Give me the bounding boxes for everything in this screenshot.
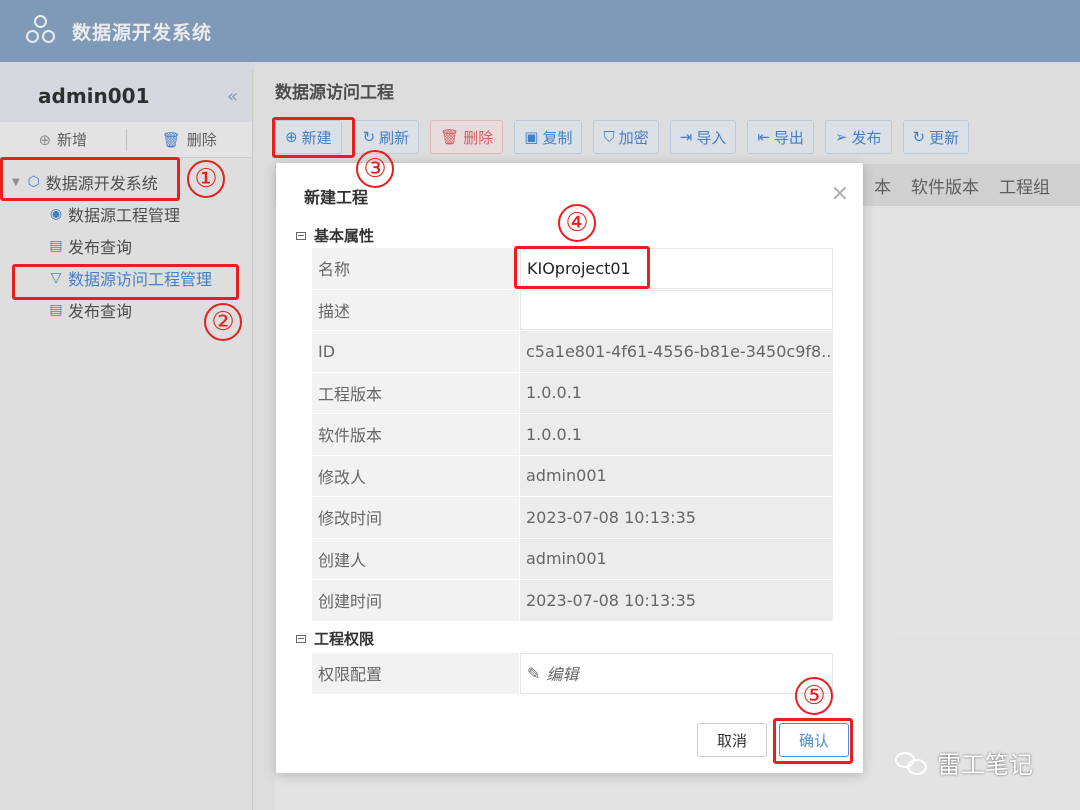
collapse-icon[interactable]	[296, 634, 306, 643]
prop-row: 权限配置 ✎ 编辑	[312, 653, 833, 695]
prop-value: 2023-07-08 10:13:35	[520, 497, 833, 538]
cancel-button[interactable]: 取消	[697, 723, 767, 757]
prop-value: c5a1e801-4f61-4556-b81e-3450c9f8...	[520, 331, 833, 372]
prop-key: 修改人	[312, 455, 520, 496]
prop-row: 描述	[312, 289, 833, 331]
highlight-box	[12, 264, 239, 300]
prop-key: 创建时间	[312, 580, 520, 621]
prop-value: admin001	[520, 455, 833, 496]
step-number: ②	[204, 303, 242, 341]
prop-key: 权限配置	[312, 653, 520, 694]
watermark-text: 雷工笔记	[937, 751, 1033, 779]
edit-permission-link[interactable]: ✎ 编辑	[520, 653, 833, 694]
prop-row: 修改时间 2023-07-08 10:13:35	[312, 497, 833, 539]
prop-key: 软件版本	[312, 414, 520, 455]
step-number: ④	[558, 204, 596, 242]
section-label: 基本属性	[314, 227, 375, 245]
collapse-icon[interactable]	[296, 231, 306, 240]
prop-key: 描述	[312, 289, 520, 330]
prop-key: ID	[312, 331, 520, 372]
prop-key: 修改时间	[312, 497, 520, 538]
prop-value: 2023-07-08 10:13:35	[520, 580, 833, 621]
dialog-title: 新建工程	[304, 188, 369, 207]
step-number: ⑤	[795, 677, 833, 715]
highlight-box	[514, 246, 650, 289]
edit-label: 编辑	[546, 665, 579, 685]
highlight-box	[773, 718, 853, 764]
prop-row: 创建时间 2023-07-08 10:13:35	[312, 580, 833, 622]
prop-row: 软件版本 1.0.0.1	[312, 414, 833, 456]
step-number: ①	[187, 160, 225, 198]
prop-key: 创建人	[312, 538, 520, 579]
watermark: 雷工笔记	[895, 745, 1033, 780]
prop-key: 名称	[312, 248, 520, 289]
prop-value: 1.0.0.1	[520, 414, 833, 455]
step-number: ③	[356, 150, 394, 188]
wechat-icon	[895, 750, 929, 776]
prop-key: 工程版本	[312, 372, 520, 413]
description-field[interactable]	[520, 289, 833, 330]
prop-row: 工程版本 1.0.0.1	[312, 372, 833, 414]
basic-props-table: 名称 KIOproject01 描述 ID c5a1e801-4f61-4556…	[312, 248, 833, 622]
prop-value: admin001	[520, 538, 833, 579]
section-permission[interactable]: 工程权限	[296, 628, 374, 649]
close-icon[interactable]: ×	[831, 181, 849, 206]
highlight-box	[0, 157, 180, 201]
section-basic[interactable]: 基本属性	[296, 225, 374, 246]
prop-row: 创建人 admin001	[312, 538, 833, 580]
prop-value: 1.0.0.1	[520, 372, 833, 413]
highlight-box	[272, 117, 355, 158]
section-label: 工程权限	[314, 630, 375, 648]
perm-props-table: 权限配置 ✎ 编辑	[312, 653, 833, 695]
prop-row: 修改人 admin001	[312, 455, 833, 497]
prop-row: ID c5a1e801-4f61-4556-b81e-3450c9f8...	[312, 331, 833, 373]
pencil-icon: ✎	[527, 663, 541, 683]
